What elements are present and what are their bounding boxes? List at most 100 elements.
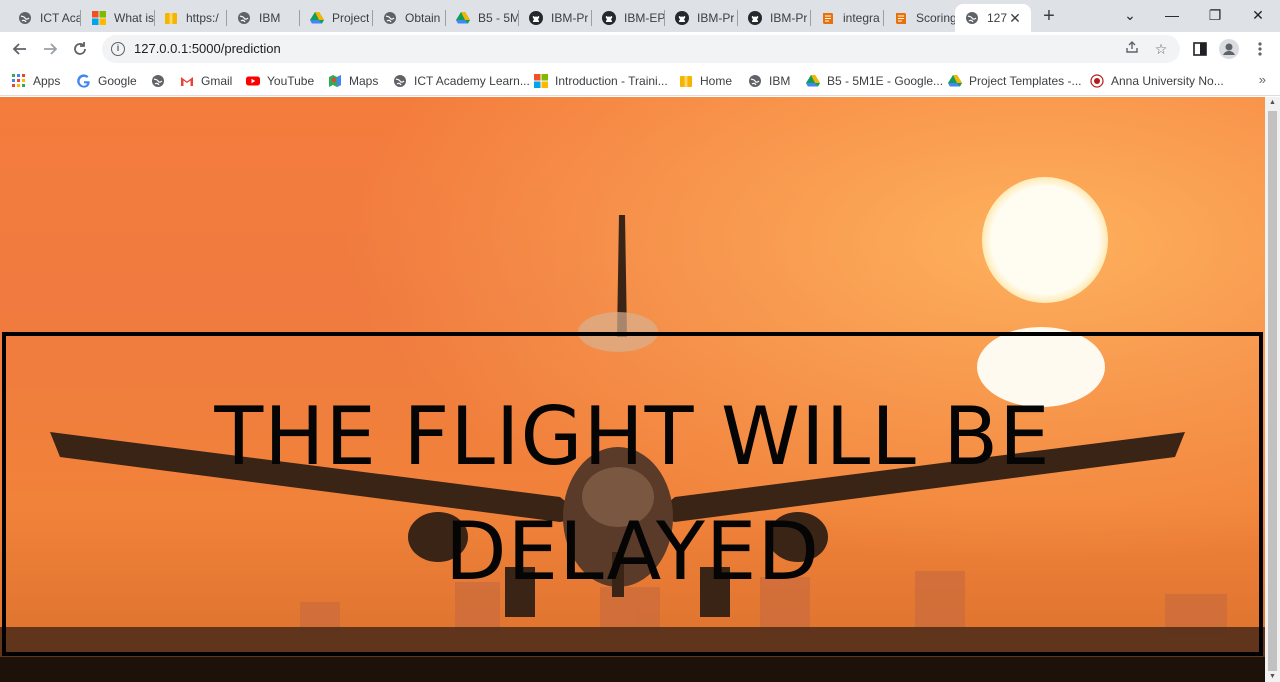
- tab-title: B5 - 5M: [478, 11, 519, 25]
- seal-icon: [1090, 74, 1104, 88]
- tab[interactable]: integra: [811, 4, 884, 32]
- globe-favicon-icon: [18, 11, 32, 25]
- bookmark-label: YouTube: [267, 74, 315, 88]
- url-text[interactable]: 127.0.0.1:5000/prediction: [134, 41, 281, 56]
- bookmark-star-icon[interactable]: ☆: [1151, 39, 1171, 59]
- tab[interactable]: https:/: [154, 4, 227, 32]
- tab[interactable]: IBM-Pr: [665, 4, 738, 32]
- scroll-up-arrow-icon[interactable]: ▲: [1268, 99, 1277, 106]
- bookmark-label: Gmail: [201, 74, 233, 88]
- maps-icon: [328, 74, 342, 88]
- tab[interactable]: ICT Aca: [8, 4, 81, 32]
- scrollbar-thumb[interactable]: [1268, 111, 1277, 671]
- tab[interactable]: What is: [82, 4, 155, 32]
- bookmark-label: Home: [700, 74, 733, 88]
- bookmark-label: Anna University No...: [1111, 74, 1224, 88]
- prediction-result-text: THE FLIGHT WILL BE DELAYED: [214, 390, 1051, 598]
- bookmark-item[interactable]: Anna University No...: [1090, 72, 1224, 90]
- tab-close-icon[interactable]: ✕: [1007, 10, 1023, 26]
- menu-kebab-icon[interactable]: [1248, 37, 1272, 61]
- tab[interactable]: Scoring: [884, 4, 957, 32]
- tab-title: IBM: [259, 11, 281, 25]
- bookmark-item[interactable]: Introduction - Traini...: [534, 72, 668, 90]
- globe-favicon-icon: [237, 11, 251, 25]
- notebook-favicon-icon: [894, 11, 908, 25]
- box-favicon-icon: [164, 11, 178, 25]
- profile-avatar[interactable]: [1217, 37, 1241, 61]
- bookmark-label: IBM: [769, 74, 791, 88]
- github-favicon-icon: [748, 11, 762, 25]
- page-viewport: THE FLIGHT WILL BE DELAYED: [0, 97, 1265, 682]
- close-window-button[interactable]: ✕: [1238, 0, 1278, 32]
- drive-icon: [948, 74, 962, 88]
- reload-button[interactable]: [68, 37, 92, 61]
- drive-favicon-icon: [456, 11, 470, 25]
- microsoft-favicon-icon: [92, 11, 106, 25]
- tab-active[interactable]: 127 ✕: [955, 4, 1031, 32]
- globe-favicon-icon: [383, 11, 397, 25]
- tab[interactable]: IBM-Pr: [519, 4, 592, 32]
- page-scrollbar[interactable]: ▲ ▼: [1265, 97, 1280, 682]
- bookmarks-overflow-button[interactable]: »: [1259, 72, 1266, 87]
- bookmark-item[interactable]: [151, 72, 172, 90]
- youtube-icon: [246, 74, 260, 88]
- back-arrow-icon: [12, 43, 26, 55]
- address-bar[interactable]: i 127.0.0.1:5000/prediction ☆: [102, 35, 1180, 63]
- apps-icon: [12, 74, 26, 88]
- tab[interactable]: B5 - 5M: [446, 4, 519, 32]
- bookmark-label: Introduction - Traini...: [555, 74, 668, 88]
- scroll-down-arrow-icon[interactable]: ▼: [1268, 673, 1277, 680]
- tab[interactable]: Project: [300, 4, 373, 32]
- prediction-result-box: THE FLIGHT WILL BE DELAYED: [2, 332, 1263, 656]
- bookmark-item[interactable]: Home: [679, 72, 732, 90]
- tab-title: https:/: [186, 11, 219, 25]
- forward-button[interactable]: [38, 37, 62, 61]
- bookmark-item[interactable]: Maps: [328, 72, 378, 90]
- bookmark-item[interactable]: Apps: [12, 72, 60, 90]
- github-favicon-icon: [602, 11, 616, 25]
- globe-favicon-icon: [965, 11, 979, 25]
- side-panel-icon[interactable]: [1188, 37, 1212, 61]
- drive-favicon-icon: [310, 11, 324, 25]
- bookmark-item[interactable]: IBM: [748, 72, 790, 90]
- github-favicon-icon: [675, 11, 689, 25]
- tab-search-icon[interactable]: ⌄: [1110, 0, 1150, 32]
- tab-title: 127: [987, 11, 1008, 25]
- bookmark-item[interactable]: Gmail: [180, 72, 232, 90]
- microsoft-icon: [534, 74, 548, 88]
- tab[interactable]: IBM-EP: [592, 4, 665, 32]
- new-tab-button[interactable]: +: [1038, 5, 1060, 27]
- bookmark-item[interactable]: ICT Academy Learn...: [393, 72, 530, 90]
- tab[interactable]: Obtain: [373, 4, 446, 32]
- site-info-icon[interactable]: i: [111, 42, 125, 56]
- github-favicon-icon: [529, 11, 543, 25]
- box-icon: [679, 74, 693, 88]
- browser-toolbar: i 127.0.0.1:5000/prediction ☆: [0, 32, 1280, 66]
- bookmark-label: Project Templates -...: [969, 74, 1082, 88]
- bookmarks-bar: Apps Google Gmail YouTube Maps ICT Academy Le…: [0, 66, 1280, 96]
- share-icon[interactable]: [1122, 39, 1142, 59]
- bookmark-item[interactable]: Google: [77, 72, 137, 90]
- restore-button[interactable]: ❐: [1195, 0, 1235, 32]
- google-icon: [77, 74, 91, 88]
- tab-title: ICT Aca: [40, 11, 81, 25]
- tab-title: IBM-EP: [624, 11, 665, 25]
- bookmark-item[interactable]: B5 - 5M1E - Google...: [806, 72, 943, 90]
- tab[interactable]: IBM-Pr: [738, 4, 811, 32]
- bookmark-item[interactable]: Project Templates -...: [948, 72, 1082, 90]
- tab-strip: ICT Aca What is https:/ IBM Project Obtain B5 …: [0, 0, 1280, 32]
- back-button[interactable]: [8, 37, 32, 61]
- sun-top: [982, 177, 1108, 303]
- forward-arrow-icon: [44, 43, 58, 55]
- bookmark-item[interactable]: YouTube: [246, 72, 314, 90]
- globe-icon: [151, 74, 165, 88]
- tab-title: Obtain: [405, 11, 441, 25]
- tab[interactable]: IBM: [227, 4, 300, 32]
- bookmark-label: Maps: [349, 74, 379, 88]
- bookmark-label: B5 - 5M1E - Google...: [827, 74, 944, 88]
- notebook-favicon-icon: [821, 11, 835, 25]
- minimize-button[interactable]: —: [1152, 0, 1192, 32]
- tab-title: IBM-Pr: [551, 11, 589, 25]
- tab-title: integra: [843, 11, 880, 25]
- drive-icon: [806, 74, 820, 88]
